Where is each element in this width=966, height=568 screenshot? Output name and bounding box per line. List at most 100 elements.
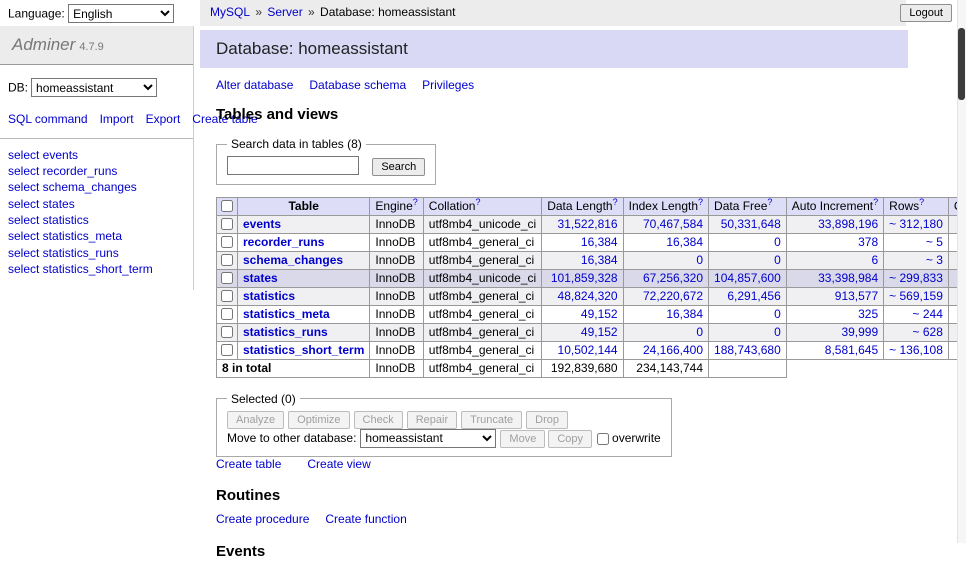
rows-link[interactable]: ~ 569,159: [889, 289, 943, 303]
breadcrumb-item[interactable]: MySQL: [210, 5, 250, 19]
db-select[interactable]: homeassistant: [31, 78, 157, 97]
data-length-link[interactable]: 16,384: [581, 253, 618, 267]
help-link[interactable]: ?: [919, 197, 924, 207]
table-name-link[interactable]: events: [243, 217, 281, 231]
move-button[interactable]: Move: [500, 430, 545, 448]
logout-button[interactable]: Logout: [900, 4, 952, 22]
drop-button[interactable]: Drop: [526, 411, 568, 429]
language-select[interactable]: English: [68, 4, 174, 23]
sidebar-action-sql-command[interactable]: SQL command: [8, 112, 88, 126]
table-name-link[interactable]: statistics_runs: [243, 325, 328, 339]
auto-increment-link[interactable]: 8,581,645: [825, 343, 878, 357]
create-link-create-table[interactable]: Create table: [216, 457, 281, 471]
auto-increment-link[interactable]: 33,398,984: [818, 271, 878, 285]
help-link[interactable]: ?: [873, 197, 878, 207]
table-name-link[interactable]: states: [243, 271, 278, 285]
table-name-link[interactable]: statistics_meta: [243, 307, 330, 321]
data-free-link[interactable]: 188,743,680: [714, 343, 781, 357]
routine-link-create-function[interactable]: Create function: [325, 512, 406, 526]
auto-increment-link[interactable]: 325: [858, 307, 878, 321]
row-checkbox[interactable]: [221, 236, 233, 248]
rows-link[interactable]: ~ 628: [913, 325, 943, 339]
app-version[interactable]: 4.7.9: [79, 41, 103, 53]
optimize-button[interactable]: Optimize: [288, 411, 349, 429]
search-button[interactable]: Search: [372, 158, 425, 176]
data-length-link[interactable]: 10,502,144: [558, 343, 618, 357]
breadcrumb-item[interactable]: Server: [267, 5, 302, 19]
index-length-link[interactable]: 0: [696, 325, 703, 339]
index-length-link[interactable]: 16,384: [666, 235, 703, 249]
sidebar-table-link-select-recorder-runs[interactable]: select recorder_runs: [8, 164, 185, 179]
auto-increment-link[interactable]: 6: [871, 253, 878, 267]
row-checkbox[interactable]: [221, 308, 233, 320]
rows-link[interactable]: ~ 136,108: [889, 343, 943, 357]
row-checkbox[interactable]: [221, 344, 233, 356]
routine-link-create-procedure[interactable]: Create procedure: [216, 512, 309, 526]
db-nav-alter-database[interactable]: Alter database: [216, 78, 293, 92]
data-free-link[interactable]: 50,331,648: [721, 217, 781, 231]
index-length-link[interactable]: 24,166,400: [643, 343, 703, 357]
select-all-checkbox[interactable]: [221, 200, 233, 212]
table-name-link[interactable]: statistics_short_term: [243, 343, 364, 357]
auto-increment-link[interactable]: 378: [858, 235, 878, 249]
move-db-select[interactable]: homeassistant: [360, 429, 496, 448]
rows-link[interactable]: ~ 299,833: [889, 271, 943, 285]
row-checkbox[interactable]: [221, 272, 233, 284]
copy-button[interactable]: Copy: [548, 430, 592, 448]
rows-link[interactable]: ~ 244: [913, 307, 943, 321]
data-length-link[interactable]: 16,384: [581, 235, 618, 249]
vertical-scrollbar[interactable]: [957, 0, 966, 543]
sidebar-table-link-select-states[interactable]: select states: [8, 197, 185, 212]
auto-increment-link[interactable]: 913,577: [835, 289, 878, 303]
scrollbar-thumb[interactable]: [958, 28, 965, 100]
help-link[interactable]: ?: [767, 197, 772, 207]
sidebar-table-link-select-events[interactable]: select events: [8, 148, 185, 163]
auto-increment-link[interactable]: 33,898,196: [818, 217, 878, 231]
table-name-link[interactable]: schema_changes: [243, 253, 343, 267]
index-length-link[interactable]: 67,256,320: [643, 271, 703, 285]
search-input[interactable]: [227, 156, 359, 175]
truncate-button[interactable]: Truncate: [461, 411, 522, 429]
sidebar-action-export[interactable]: Export: [146, 112, 181, 126]
rows-link[interactable]: ~ 5: [926, 235, 943, 249]
index-length-link[interactable]: 16,384: [666, 307, 703, 321]
rows-link[interactable]: ~ 3: [926, 253, 943, 267]
help-link[interactable]: ?: [413, 197, 418, 207]
repair-button[interactable]: Repair: [407, 411, 457, 429]
db-nav-privileges[interactable]: Privileges: [422, 78, 474, 92]
help-link[interactable]: ?: [613, 197, 618, 207]
data-free-link[interactable]: 104,857,600: [714, 271, 781, 285]
row-checkbox[interactable]: [221, 254, 233, 266]
help-link[interactable]: ?: [698, 197, 703, 207]
help-link[interactable]: ?: [475, 197, 480, 207]
analyze-button[interactable]: Analyze: [227, 411, 284, 429]
index-length-link[interactable]: 70,467,584: [643, 217, 703, 231]
row-checkbox[interactable]: [221, 326, 233, 338]
overwrite-checkbox[interactable]: [597, 433, 609, 445]
index-length-link[interactable]: 72,220,672: [643, 289, 703, 303]
row-checkbox[interactable]: [221, 290, 233, 302]
check-button[interactable]: Check: [354, 411, 403, 429]
data-length-link[interactable]: 31,522,816: [558, 217, 618, 231]
sidebar-table-link-select-statistics-short-term[interactable]: select statistics_short_term: [8, 262, 185, 277]
rows-link[interactable]: ~ 312,180: [889, 217, 943, 231]
data-length-link[interactable]: 49,152: [581, 325, 618, 339]
data-free-link[interactable]: 0: [774, 307, 781, 321]
data-length-link[interactable]: 101,859,328: [551, 271, 618, 285]
index-length-link[interactable]: 0: [696, 253, 703, 267]
db-nav-database-schema[interactable]: Database schema: [309, 78, 406, 92]
row-checkbox[interactable]: [221, 218, 233, 230]
table-name-link[interactable]: recorder_runs: [243, 235, 324, 249]
data-free-link[interactable]: 0: [774, 253, 781, 267]
auto-increment-link[interactable]: 39,999: [841, 325, 878, 339]
sidebar-action-import[interactable]: Import: [100, 112, 134, 126]
sidebar-table-link-select-schema-changes[interactable]: select schema_changes: [8, 180, 185, 195]
data-length-link[interactable]: 49,152: [581, 307, 618, 321]
sidebar-table-link-select-statistics[interactable]: select statistics: [8, 213, 185, 228]
data-free-link[interactable]: 0: [774, 235, 781, 249]
create-link-create-view[interactable]: Create view: [307, 457, 370, 471]
sidebar-table-link-select-statistics-runs[interactable]: select statistics_runs: [8, 246, 185, 261]
data-length-link[interactable]: 48,824,320: [558, 289, 618, 303]
sidebar-table-link-select-statistics-meta[interactable]: select statistics_meta: [8, 229, 185, 244]
data-free-link[interactable]: 0: [774, 325, 781, 339]
